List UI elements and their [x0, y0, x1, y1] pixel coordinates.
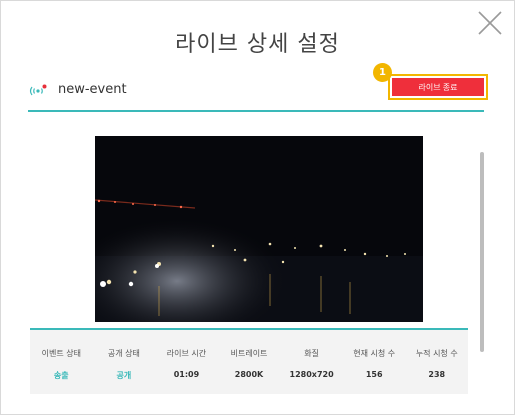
event-name: new-event: [58, 82, 127, 97]
stat-current-viewers: 현재 시청 수 156: [343, 330, 406, 394]
stat-label: 비트레이트: [230, 349, 268, 358]
dialog-title: 라이브 상세 설정: [175, 32, 340, 57]
stat-resolution: 화질 1280x720: [280, 330, 343, 394]
step-badge: 1: [373, 63, 392, 82]
stat-label: 이벤트 상태: [41, 349, 81, 358]
stat-value: 공개: [116, 371, 132, 380]
stat-value: 238: [428, 370, 446, 379]
stats-panel: 이벤트 상태 송출 공개 상태 공개 라이브 시간 01:09 비트레이트 28…: [30, 328, 468, 394]
end-live-button[interactable]: 라이브 종료: [392, 78, 484, 96]
stat-value: 01:09: [173, 370, 200, 379]
stat-value: 송출: [53, 371, 69, 380]
stat-label: 누적 시청 수: [415, 349, 458, 358]
divider: [28, 110, 484, 112]
stat-live-time: 라이브 시간 01:09: [155, 330, 218, 394]
stat-value: 2800K: [234, 370, 264, 379]
stat-bitrate: 비트레이트 2800K: [218, 330, 281, 394]
stat-value: 156: [365, 370, 383, 379]
close-icon[interactable]: [477, 10, 503, 36]
scrollbar-thumb[interactable]: [480, 152, 484, 352]
live-broadcast-icon: [29, 83, 47, 97]
stat-visibility: 공개 상태 공개: [93, 330, 156, 394]
stat-label: 현재 시청 수: [353, 349, 396, 358]
live-video-preview[interactable]: [95, 136, 423, 322]
stat-label: 화질: [304, 349, 319, 358]
stat-label: 공개 상태: [107, 349, 140, 358]
end-live-highlight: 라이브 종료: [388, 74, 488, 100]
stat-event-status: 이벤트 상태 송출: [30, 330, 93, 394]
stat-label: 라이브 시간: [166, 349, 207, 358]
stat-total-viewers: 누적 시청 수 238: [405, 330, 468, 394]
stat-value: 1280x720: [289, 370, 334, 379]
